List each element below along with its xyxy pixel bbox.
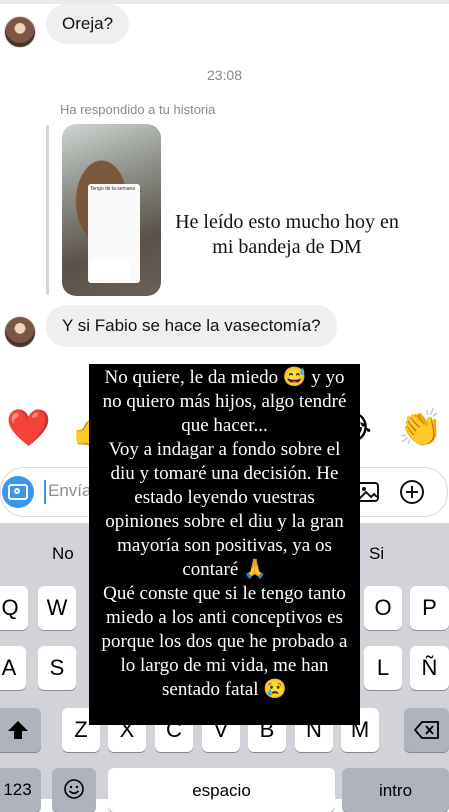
camera-button[interactable] <box>2 476 34 508</box>
overlay-paragraph: No quiere, le da miedo 😅 y yo no quiero … <box>102 367 347 436</box>
avatar[interactable] <box>4 316 36 348</box>
shift-key[interactable] <box>0 708 41 752</box>
quote-bar <box>46 125 49 295</box>
message-bubble[interactable]: Oreja? <box>46 4 130 44</box>
story-question-box <box>90 260 130 280</box>
story-thumbnail[interactable]: Tengo de la semana <box>62 124 161 296</box>
avatar[interactable] <box>4 16 36 48</box>
key-a[interactable]: A <box>0 646 26 690</box>
suggestion-left[interactable]: No <box>52 544 74 564</box>
message-input[interactable]: Envía <box>48 481 91 501</box>
text-cursor <box>44 480 46 504</box>
camera-icon <box>8 484 28 500</box>
space-key[interactable]: espacio <box>108 768 335 812</box>
plus-circle-icon[interactable] <box>399 479 425 505</box>
key-n-tilde[interactable]: Ñ <box>410 646 449 690</box>
numbers-key[interactable]: 123 <box>0 768 41 812</box>
emoji-key[interactable] <box>52 768 96 812</box>
message-text: Oreja? <box>62 14 114 33</box>
story-text-overlay: No quiere, le da miedo 😅 y yo no quiero … <box>89 364 360 725</box>
key-o[interactable]: O <box>364 586 402 630</box>
message-text: Y si Fabio se hace la vasectomía? <box>62 316 321 335</box>
key-l[interactable]: L <box>364 646 402 690</box>
clap-reaction-icon[interactable]: 👏 <box>398 408 443 448</box>
key-w[interactable]: W <box>38 586 76 630</box>
enter-key[interactable]: intro <box>342 768 449 812</box>
timestamp: 23:08 <box>206 67 243 83</box>
heart-reaction-icon[interactable]: ❤️ <box>6 408 51 448</box>
backspace-key[interactable] <box>404 708 449 752</box>
replied-label: Ha respondido a tu historia <box>60 102 216 117</box>
key-q[interactable]: Q <box>0 586 28 630</box>
key-p[interactable]: P <box>410 586 449 630</box>
emoji-icon <box>64 779 84 799</box>
backspace-icon <box>413 721 439 739</box>
story-reply-text: He leído esto mucho hoy en mi bandeja de… <box>175 211 399 258</box>
suggestion-right[interactable]: Si <box>369 544 384 564</box>
overlay-paragraph: Voy a indagar a fondo sobre el diu y tom… <box>105 439 344 580</box>
shift-icon <box>7 721 28 739</box>
overlay-paragraph: Qué conste que si le tengo tanto miedo a… <box>101 583 348 700</box>
message-bubble[interactable]: Y si Fabio se hace la vasectomía? <box>46 305 337 347</box>
key-s[interactable]: S <box>38 646 76 690</box>
